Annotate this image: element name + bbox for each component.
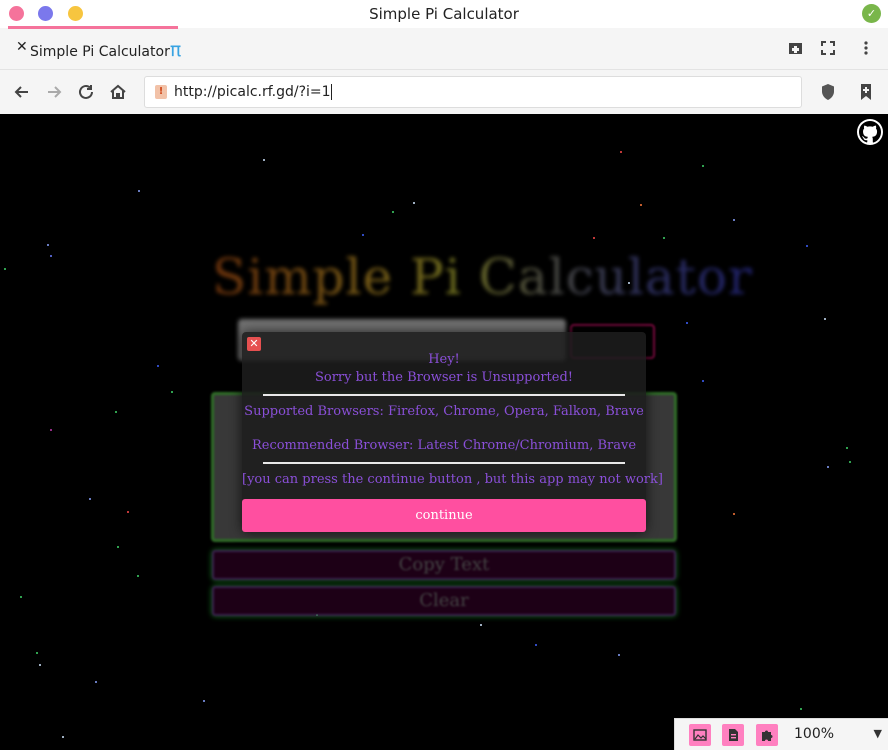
tab-close-icon[interactable]: ✕ xyxy=(16,39,28,55)
star xyxy=(806,245,808,247)
star xyxy=(362,234,364,236)
star xyxy=(686,322,688,324)
star xyxy=(50,255,52,257)
forward-icon[interactable] xyxy=(44,82,64,102)
zoom-level[interactable]: 100% xyxy=(794,726,834,742)
text-caret xyxy=(330,84,332,100)
star xyxy=(593,237,595,239)
tab-simple-pi-calculator[interactable]: ✕ Simple Pi Calculatorπ xyxy=(8,26,181,66)
star xyxy=(480,624,482,626)
pi-favicon-icon: π xyxy=(169,39,182,61)
star xyxy=(849,461,851,463)
url-field[interactable]: http://picalc.rf.gd/?i=1 xyxy=(174,84,332,100)
home-icon[interactable] xyxy=(108,82,128,102)
address-bar[interactable]: ! http://picalc.rf.gd/?i=1 xyxy=(144,76,802,108)
star xyxy=(4,268,6,270)
star xyxy=(413,202,415,204)
extensions-icon[interactable] xyxy=(756,724,778,746)
page-info-icon[interactable] xyxy=(722,724,744,746)
close-icon[interactable]: ✕ xyxy=(247,337,261,351)
tab-title-text: Simple Pi Calculator xyxy=(30,44,170,60)
navigation-bar: ! http://picalc.rf.gd/?i=1 xyxy=(0,70,888,114)
star xyxy=(20,596,22,598)
continue-button[interactable]: continue xyxy=(242,499,646,532)
insecure-warning-icon[interactable]: ! xyxy=(155,85,167,99)
tab-bar: ✕ Simple Pi Calculatorπ xyxy=(0,26,888,70)
star xyxy=(263,159,265,161)
star xyxy=(702,380,704,382)
dialog-divider xyxy=(263,462,625,464)
star xyxy=(620,151,622,153)
github-icon[interactable] xyxy=(857,119,883,145)
star xyxy=(89,498,91,500)
dialog-unsupported-text: Sorry but the Browser is Unsupported! xyxy=(314,370,574,385)
image-icon[interactable] xyxy=(689,724,711,746)
dialog-divider xyxy=(263,394,625,396)
star xyxy=(640,204,642,206)
star xyxy=(618,654,620,656)
menu-icon[interactable] xyxy=(858,40,874,56)
copy-text-button[interactable]: Copy Text xyxy=(212,550,676,580)
star xyxy=(203,700,205,702)
star xyxy=(392,211,394,213)
star xyxy=(95,681,97,683)
star xyxy=(733,219,735,221)
new-tab-icon[interactable] xyxy=(788,40,804,56)
browser-app-icon: ✓ xyxy=(862,4,881,23)
page-viewport: Simple Pi Calculator Copy Text Clear ✕ H… xyxy=(0,114,888,750)
back-icon[interactable] xyxy=(12,82,32,102)
star xyxy=(36,652,38,654)
star xyxy=(733,513,735,515)
window-titlebar: Simple Pi Calculator ✓ xyxy=(0,0,888,28)
star xyxy=(824,318,826,320)
url-text: http://picalc.rf.gd/?i=1 xyxy=(174,84,331,100)
clear-button[interactable]: Clear xyxy=(212,586,676,616)
dialog-greeting: Hey! xyxy=(428,352,460,367)
status-bar: 100% ▼ xyxy=(674,718,888,750)
star xyxy=(39,664,41,666)
star xyxy=(663,237,665,239)
tab-title: Simple Pi Calculatorπ xyxy=(30,39,181,61)
page-title: Simple Pi Calculator xyxy=(212,248,753,306)
shield-icon[interactable] xyxy=(818,82,838,102)
fullscreen-icon[interactable] xyxy=(820,40,836,56)
reload-icon[interactable] xyxy=(76,82,96,102)
star xyxy=(138,190,140,192)
star xyxy=(117,546,119,548)
star xyxy=(800,708,802,710)
star xyxy=(846,447,848,449)
star xyxy=(62,736,64,738)
star xyxy=(535,644,537,646)
star xyxy=(137,575,139,577)
dialog-supported-browsers: Supported Browsers: Firefox, Chrome, Ope… xyxy=(244,404,644,419)
star xyxy=(157,365,159,367)
star xyxy=(50,429,52,431)
unsupported-browser-dialog: ✕ Hey! Sorry but the Browser is Unsuppor… xyxy=(242,332,663,532)
star xyxy=(171,391,173,393)
dialog-note: [you can press the continue button , but… xyxy=(242,472,663,487)
bookmark-add-icon[interactable] xyxy=(856,82,876,102)
window-title: Simple Pi Calculator xyxy=(369,5,519,23)
chevron-down-icon[interactable]: ▼ xyxy=(874,727,882,740)
star xyxy=(115,411,117,413)
star xyxy=(827,466,829,468)
star xyxy=(47,244,49,246)
star xyxy=(702,165,704,167)
dialog-recommended-browser: Recommended Browser: Latest Chrome/Chrom… xyxy=(251,438,637,453)
star xyxy=(127,511,129,513)
